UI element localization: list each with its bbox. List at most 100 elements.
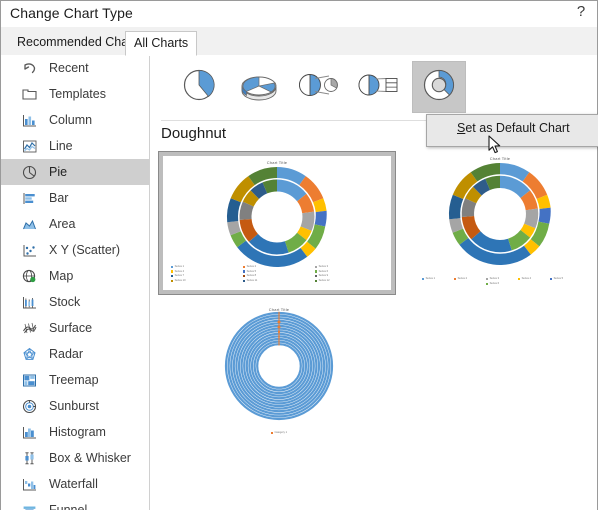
preview-3-legend: Category 1 — [196, 430, 362, 435]
surface-chart-icon — [19, 318, 39, 338]
legend-swatch — [243, 274, 246, 278]
sidebar-item-column[interactable]: Column — [1, 107, 149, 133]
legend-label: Series 8 — [246, 274, 257, 278]
sidebar-item-stock[interactable]: Stock — [1, 289, 149, 315]
tab-all-charts-label: All Charts — [134, 36, 189, 50]
dialog-title: Change Chart Type — [10, 5, 133, 21]
sidebar-item-area-label: Area — [49, 217, 76, 231]
pie-of-pie-subtype-button[interactable] — [292, 61, 346, 113]
legend-label: Series 11 — [246, 279, 258, 282]
pie-of-pie-icon — [296, 65, 342, 110]
help-question-icon[interactable]: ? — [572, 2, 590, 22]
legend-swatch — [243, 279, 246, 282]
legend-label: Series 5 — [553, 277, 564, 281]
legend-label: Series 7 — [174, 274, 185, 278]
legend-label: Series 3 — [318, 265, 329, 269]
legend-item: Series 11 — [243, 279, 311, 282]
legend-item: Series 8 — [243, 274, 311, 277]
legend-label: Series 5 — [246, 269, 257, 273]
sidebar-item-box-whisker-label: Box & Whisker — [49, 451, 131, 465]
chart-subtype-gallery[interactable] — [161, 57, 591, 113]
legend-label: Series 2 — [457, 277, 468, 281]
pie-subtype-button[interactable] — [172, 61, 226, 113]
legend-swatch — [454, 277, 457, 281]
sidebar-item-funnel[interactable]: Funnel — [1, 497, 149, 510]
preview-2-doughnut-graphic — [405, 152, 595, 294]
legend-swatch — [171, 274, 174, 278]
sidebar-item-map-label: Map — [49, 269, 74, 283]
sidebar-item-pie[interactable]: Pie — [1, 159, 149, 185]
sidebar-item-xy-scatter[interactable]: X Y (Scatter) — [1, 237, 149, 263]
legend-item: Series 2 — [243, 265, 311, 268]
sidebar-item-histogram[interactable]: Histogram — [1, 419, 149, 445]
legend-item: Series 2 — [454, 277, 482, 280]
chart-type-sidebar[interactable]: Recent Templates Column Line Pie Bar Are… — [1, 55, 150, 510]
doughnut-subtype-button[interactable] — [412, 61, 466, 113]
legend-item: Category 1 — [270, 431, 287, 434]
legend-item: Series 12 — [315, 279, 383, 282]
waterfall-chart-icon — [19, 474, 39, 494]
legend-item: Series 5 — [550, 277, 578, 280]
legend-label: Series 6 — [489, 282, 500, 285]
treemap-chart-icon — [19, 370, 39, 390]
pie-chart-icon — [19, 162, 39, 182]
sidebar-item-radar-label: Radar — [49, 347, 84, 361]
sidebar-item-surface[interactable]: Surface — [1, 315, 149, 341]
sidebar-item-area[interactable]: Area — [1, 211, 149, 237]
bar-of-pie-icon — [356, 65, 402, 110]
doughnut-preview-1[interactable]: Chart Title Series 1 Series 2 Series 3 S… — [158, 151, 396, 295]
sidebar-item-waterfall[interactable]: Waterfall — [1, 471, 149, 497]
sidebar-item-recent[interactable]: Recent — [1, 55, 149, 81]
sidebar-item-box-whisker[interactable]: Box & Whisker — [1, 445, 149, 471]
context-menu[interactable]: Set as Default Chart — [426, 114, 598, 147]
legend-swatch — [315, 279, 318, 282]
legend-swatch — [243, 265, 246, 269]
context-menu-item-set-as-default-chart[interactable]: Set as Default Chart — [457, 121, 570, 135]
sidebar-item-stock-label: Stock — [49, 295, 81, 309]
sidebar-item-templates[interactable]: Templates — [1, 81, 149, 107]
sidebar-item-line-label: Line — [49, 139, 73, 153]
sidebar-item-column-label: Column — [49, 113, 93, 127]
sidebar-item-radar[interactable]: Radar — [1, 341, 149, 367]
legend-item: Series 3 — [315, 265, 383, 268]
funnel-chart-icon — [19, 500, 39, 510]
legend-swatch — [486, 282, 489, 285]
legend-label: Series 12 — [318, 279, 330, 282]
doughnut-preview-2[interactable]: Chart Title Series 1 Series 2 Series 3 S… — [405, 152, 595, 294]
bar-chart-icon — [19, 188, 39, 208]
line-chart-icon — [19, 136, 39, 156]
tab-strip: Recommended Charts All Charts — [1, 27, 597, 56]
legend-label: Series 1 — [425, 277, 436, 281]
sidebar-item-line[interactable]: Line — [1, 133, 149, 159]
sidebar-item-funnel-label: Funnel — [49, 503, 88, 510]
legend-label: Series 6 — [318, 269, 329, 273]
sunburst-chart-icon — [19, 396, 39, 416]
tab-all-charts[interactable]: All Charts — [125, 31, 198, 56]
group-heading: Doughnut — [161, 125, 227, 142]
legend-item: Series 1 — [422, 277, 450, 280]
context-menu-item-label: et as Default Chart — [465, 121, 570, 135]
radar-chart-icon — [19, 344, 39, 364]
legend-swatch — [315, 270, 318, 273]
doughnut-preview-3[interactable]: Chart Title Category 1 — [196, 303, 362, 445]
legend-item: Series 1 — [171, 265, 239, 268]
legend-swatch — [550, 277, 553, 281]
sidebar-item-xy-scatter-label: X Y (Scatter) — [49, 243, 121, 257]
sidebar-item-sunburst[interactable]: Sunburst — [1, 393, 149, 419]
tab-recommended-charts-label: Recommended Charts — [17, 35, 143, 49]
sidebar-item-treemap-label: Treemap — [49, 373, 99, 387]
bar-of-pie-subtype-button[interactable] — [352, 61, 406, 113]
sidebar-item-pie-label: Pie — [49, 165, 68, 179]
sidebar-item-bar[interactable]: Bar — [1, 185, 149, 211]
sidebar-item-recent-label: Recent — [49, 61, 89, 75]
stock-chart-icon — [19, 292, 39, 312]
legend-label: Series 1 — [174, 265, 185, 269]
sidebar-item-treemap[interactable]: Treemap — [1, 367, 149, 393]
legend-swatch — [171, 270, 174, 273]
sidebar-item-templates-label: Templates — [49, 87, 106, 101]
pie-3d-subtype-button[interactable] — [232, 61, 286, 113]
pie-3d-icon — [238, 65, 280, 110]
area-chart-icon — [19, 214, 39, 234]
dialog-titlebar: Change Chart Type ? — [1, 1, 597, 27]
sidebar-item-map[interactable]: Map — [1, 263, 149, 289]
